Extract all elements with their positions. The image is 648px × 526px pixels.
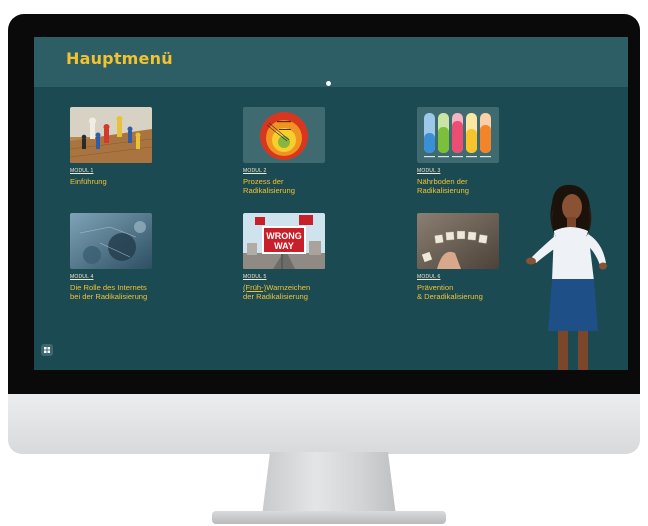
blurred-network-photo[interactable] [70, 213, 152, 269]
menu-button[interactable] [41, 344, 53, 356]
module-title: Einführung [70, 177, 107, 186]
module-title: Prozess der [243, 177, 284, 186]
grid-menu-icon [44, 347, 50, 353]
module-tile-5[interactable]: WRONG WAY MODUL 5 (Früh-)Warnzeichen der… [243, 213, 393, 301]
wrong-way-text-2: WAY [274, 241, 294, 251]
module-title: Die Rolle des Internets [70, 283, 147, 292]
bar-columns-graphic[interactable] [417, 107, 499, 163]
module-title-prefix: (Früh-) [243, 283, 267, 292]
module-tile-2[interactable]: MODUL 2 Prozess der Radikalisierung [243, 107, 393, 195]
module-tag: MODUL 5 [243, 274, 267, 280]
module-tag: MODUL 1 [70, 168, 94, 174]
slide-indicator-dot[interactable] [326, 81, 331, 86]
wrong-way-text-1: WRONG [266, 231, 302, 241]
monitor-stand-base [212, 511, 446, 524]
module-title: bei der Radikalisierung [70, 292, 148, 301]
page-title: Hauptmenü [66, 49, 173, 68]
module-title: Radikalisierung [243, 186, 295, 195]
wrong-way-sign-photo[interactable]: WRONG WAY [243, 213, 325, 269]
course-screen: Hauptmenü MODUL 1 Einführung MODUL 2 Pro… [34, 37, 628, 370]
module-tile-4[interactable]: MODUL 4 Die Rolle des Internets bei der … [70, 213, 220, 301]
monitor-stand [262, 452, 396, 516]
module-tile-1[interactable]: MODUL 1 Einführung [70, 107, 220, 186]
module-title: (Früh-)Warnzeichen [243, 283, 393, 292]
module-title: der Radikalisierung [243, 292, 309, 301]
letter-tiles-photo[interactable] [417, 213, 499, 269]
module-tag: MODUL 4 [70, 274, 94, 280]
concentric-circles-diagram[interactable] [243, 107, 325, 163]
presenter-illustration [526, 184, 607, 370]
module-tag: MODUL 2 [243, 168, 267, 174]
module-tag: MODUL 3 [417, 168, 441, 174]
chess-pieces-photo[interactable] [70, 107, 152, 163]
monitor-chin [8, 394, 640, 454]
module-title-main: Warnzeichen [266, 283, 311, 292]
header-bar: Hauptmenü [34, 37, 628, 87]
